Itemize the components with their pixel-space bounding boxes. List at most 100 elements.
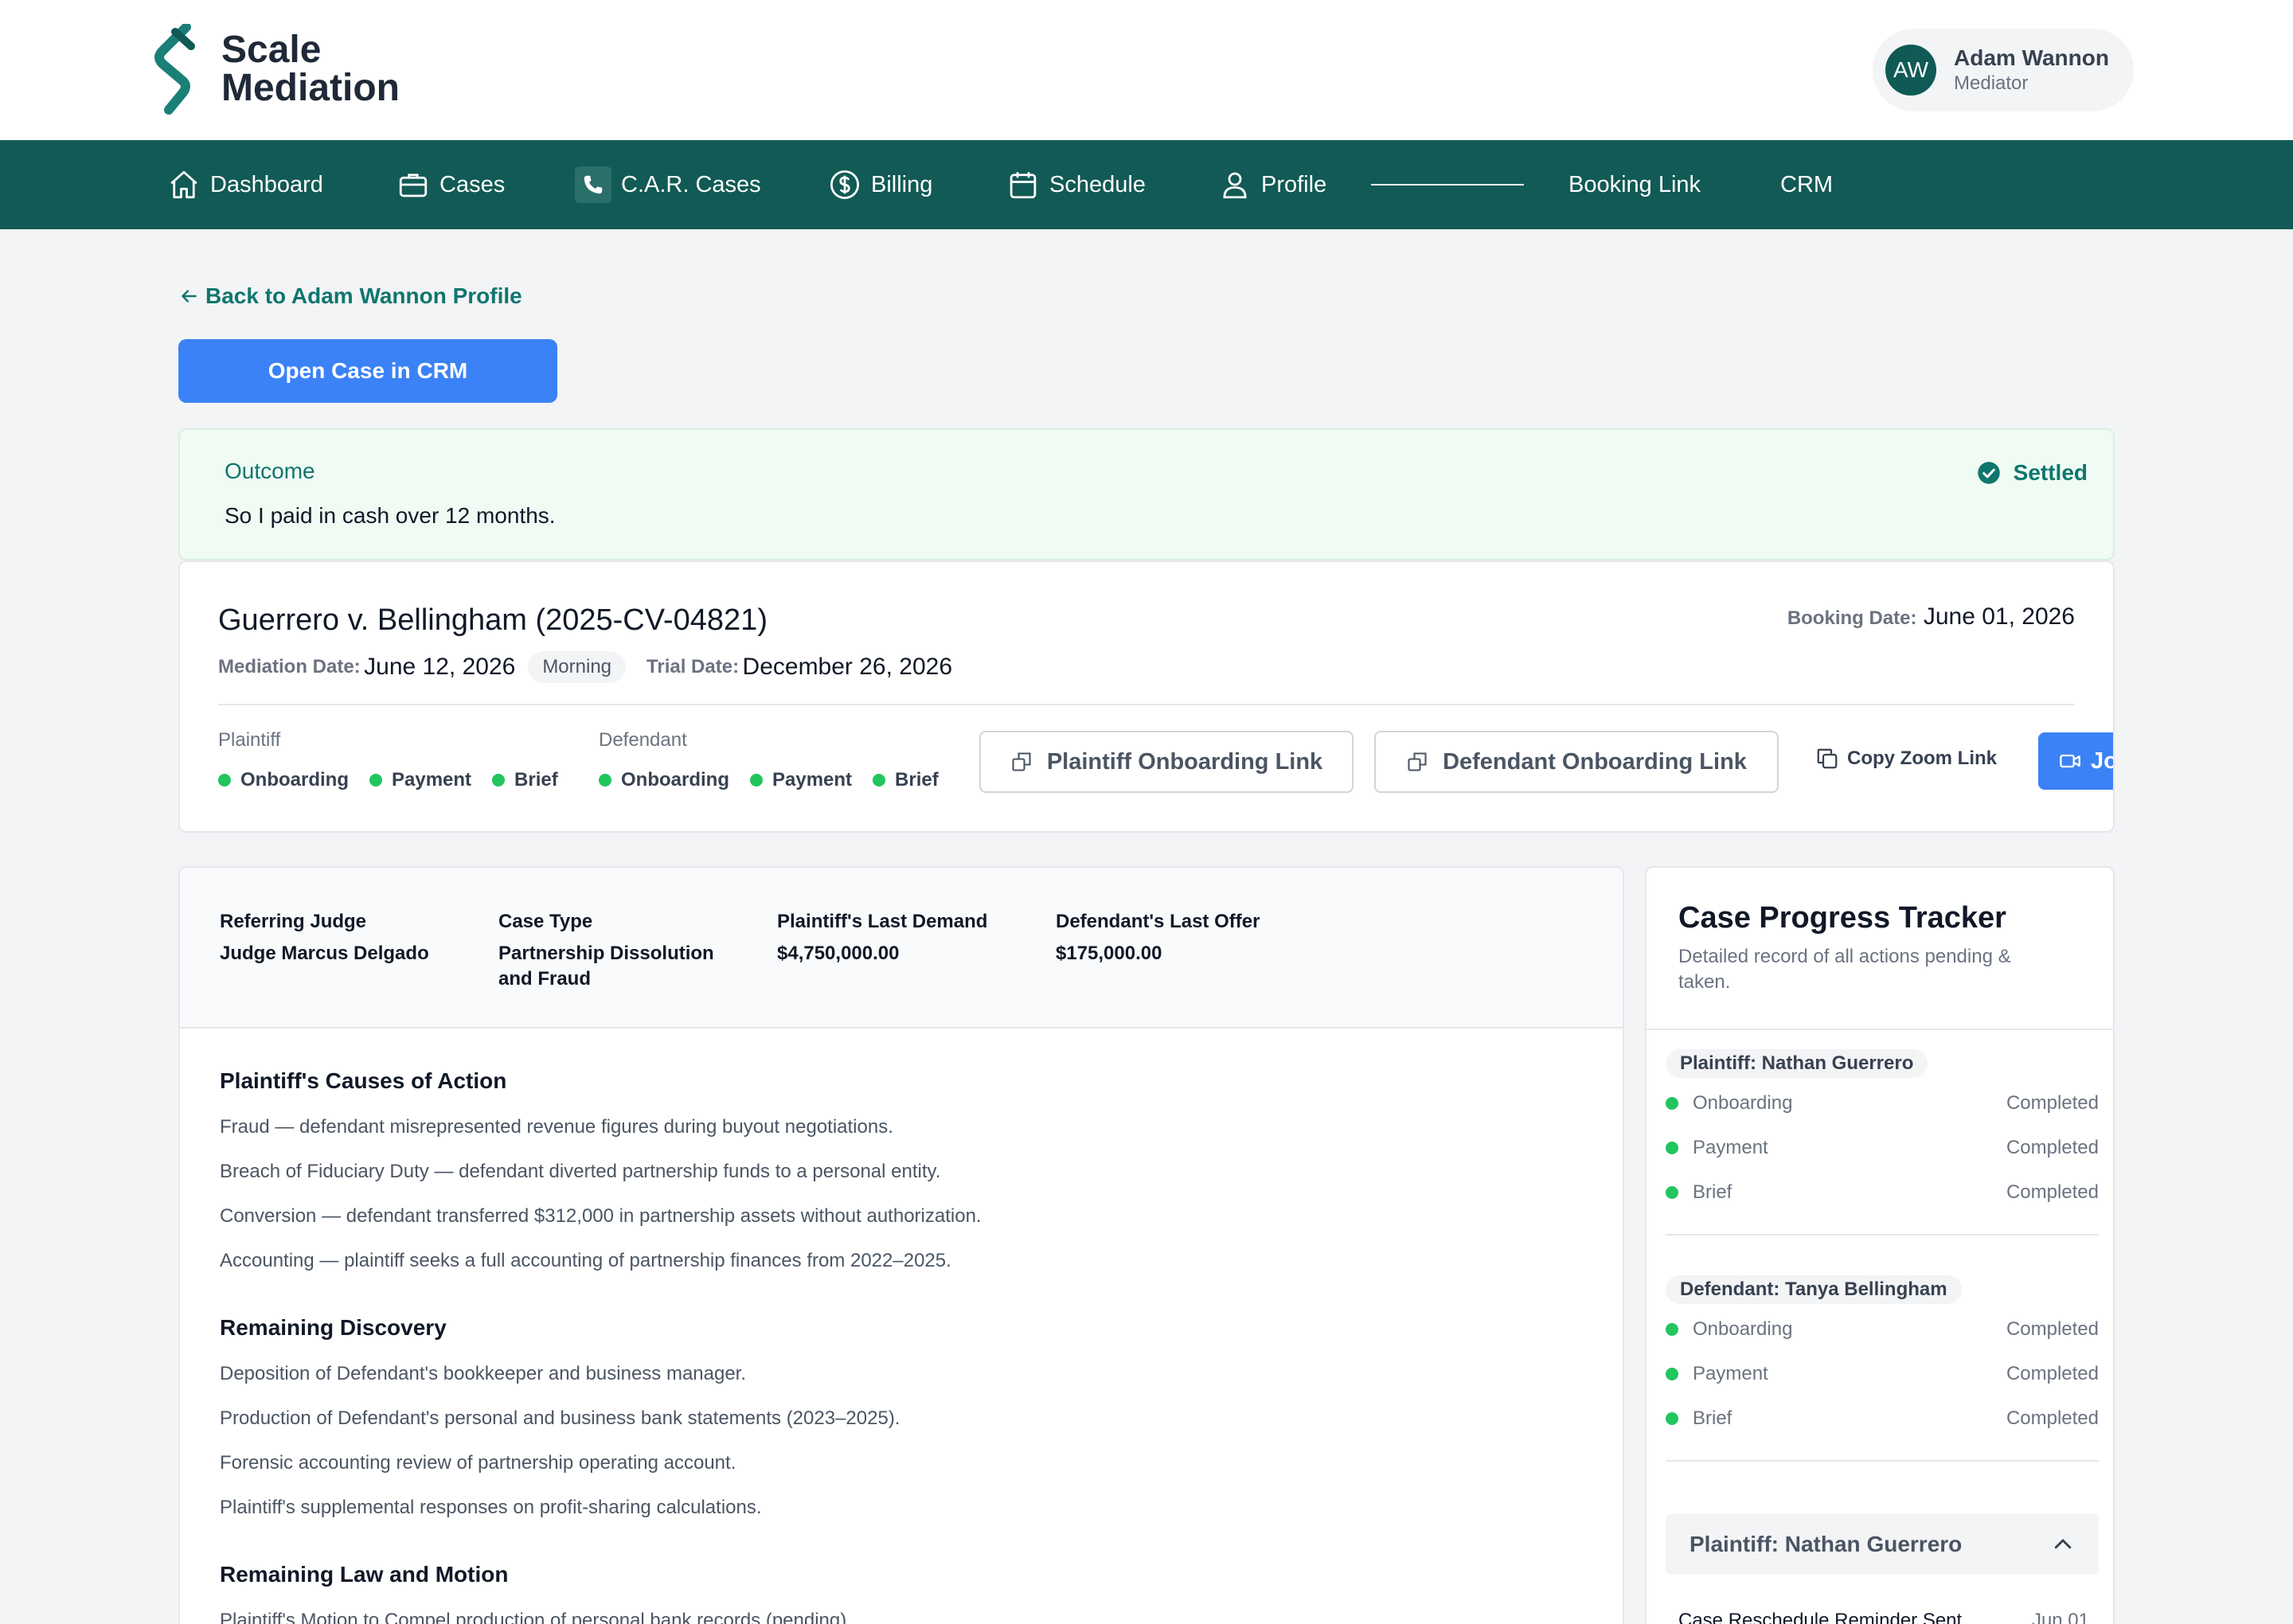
nav-crm[interactable]: CRM — [1780, 140, 1833, 229]
section-title: Remaining Discovery — [220, 1315, 447, 1340]
list-item: Fraud — defendant misrepresented revenue… — [220, 1116, 893, 1138]
list-item: Production of Defendant's personal and b… — [220, 1407, 900, 1429]
causes-of-action-section: Plaintiff's Causes of Action Fraud — def… — [220, 1068, 982, 1283]
defendant-label: Defendant — [599, 729, 687, 751]
copy-icon — [1817, 748, 1838, 769]
log-entry: Case Reschedule Reminder Sent Jun 01 — [1678, 1610, 2089, 1624]
status-dot — [492, 774, 506, 787]
phone-icon — [575, 166, 611, 203]
plaintiff-label: Plaintiff — [218, 729, 281, 751]
back-link-label: Back to Adam Wannon Profile — [205, 283, 522, 308]
defendant-onboarding-link-label: Defendant Onboarding Link — [1443, 748, 1747, 775]
arrow-left-icon — [182, 290, 197, 303]
defendant-step-onboarding: Onboarding — [599, 769, 729, 791]
status-dot — [1666, 1097, 1678, 1110]
section-title: Plaintiff's Causes of Action — [220, 1068, 507, 1093]
plaintiff-log-accordion[interactable]: Plaintiff: Nathan Guerrero — [1666, 1514, 2099, 1575]
tracker-header: Case Progress Tracker Detailed record of… — [1647, 868, 2113, 1030]
join-breakout-room-button[interactable]: Join Breakout Room — [2038, 732, 2113, 790]
outcome-label: Outcome — [225, 459, 315, 483]
meta-referring-judge: Referring Judge Judge Marcus Delgado — [220, 909, 459, 966]
plaintiff-status: Plaintiff Onboarding Payment Brief — [218, 729, 579, 791]
avatar: AW — [1885, 45, 1936, 96]
nav-profile[interactable]: Profile — [1218, 140, 1326, 229]
status-dot — [218, 774, 231, 787]
user-info: Adam Wannon Mediator — [1954, 45, 2109, 96]
tracker-group-defendant: Defendant: Tanya Bellingham Onboarding C… — [1666, 1275, 2099, 1441]
party-badge: Defendant: Tanya Bellingham — [1666, 1275, 1962, 1304]
remaining-discovery-section: Remaining Discovery Deposition of Defend… — [220, 1315, 900, 1530]
log-date: Jun 01 — [2031, 1610, 2089, 1624]
step-label: Onboarding — [621, 769, 729, 791]
step-label: Brief — [1693, 1407, 1732, 1429]
outcome-panel: Outcome So I paid in cash over 12 months… — [178, 428, 2115, 560]
meta-label: Referring Judge — [220, 911, 367, 932]
meta-value: $4,750,000.00 — [777, 943, 900, 964]
open-case-in-crm-button[interactable]: Open Case in CRM — [178, 339, 557, 403]
nav-billing[interactable]: Billing — [828, 140, 932, 229]
nav-car-cases-label: C.A.R. Cases — [621, 171, 761, 197]
nav-car-cases[interactable]: C.A.R. Cases — [575, 140, 761, 229]
meta-value: Judge Marcus Delgado — [220, 943, 429, 964]
booking-date-value: June 01, 2026 — [1923, 603, 2075, 630]
case-details-panel: Referring Judge Judge Marcus Delgado Cas… — [178, 866, 1624, 1624]
divider — [218, 704, 2075, 705]
case-dates: Mediation Date: June 12, 2026 Morning Tr… — [218, 651, 952, 683]
logo-mark-icon — [154, 24, 195, 115]
back-link[interactable]: Back to Adam Wannon Profile — [178, 283, 522, 309]
logo-wordmark: Scale Mediation — [221, 31, 400, 107]
top-header: Scale Mediation AW Adam Wannon Mediator — [0, 0, 2293, 140]
defendant-onboarding-link-button[interactable]: Defendant Onboarding Link — [1374, 731, 1779, 793]
user-role: Mediator — [1954, 72, 2029, 94]
briefcase-icon — [399, 174, 428, 197]
status-dot — [369, 774, 382, 787]
step-label: Payment — [771, 769, 853, 791]
defendant-status: Defendant Onboarding Payment Brief — [599, 729, 959, 791]
list-item: Deposition of Defendant's bookkeeper and… — [220, 1363, 747, 1384]
logo-line1: Scale — [221, 29, 322, 71]
nav-dashboard-label: Dashboard — [210, 171, 323, 197]
plaintiff-step-brief: Brief — [492, 769, 558, 791]
meta-label: Case Type — [498, 911, 593, 932]
nav-schedule[interactable]: Schedule — [1006, 140, 1146, 229]
status-dot — [1666, 1186, 1678, 1199]
step-label: Payment — [1693, 1137, 1768, 1158]
tracker-subtitle: Detailed record of all actions pending &… — [1678, 946, 2011, 993]
plaintiff-onboarding-link-button[interactable]: Plaintiff Onboarding Link — [979, 731, 1354, 793]
list-item: Plaintiff's Motion to Compel production … — [220, 1610, 852, 1624]
tracker-row: Brief Completed — [1666, 1170, 2099, 1215]
booking-date-label: Booking Date: — [1787, 607, 1917, 629]
copy-zoom-link-label: Copy Zoom Link — [1847, 748, 1997, 769]
status-badge: Settled — [1977, 460, 2088, 486]
external-link-icon — [1408, 752, 1427, 771]
step-status: Completed — [2006, 1181, 2099, 1203]
nav-cases[interactable]: Cases — [396, 140, 505, 229]
status-label: Settled — [2013, 460, 2088, 485]
accordion-title: Plaintiff: Nathan Guerrero — [1689, 1532, 1963, 1556]
video-icon — [2060, 754, 2080, 768]
app-logo[interactable]: Scale Mediation — [151, 24, 400, 115]
tracker-group-plaintiff: Plaintiff: Nathan Guerrero Onboarding Co… — [1666, 1049, 2099, 1215]
user-name: Adam Wannon — [1954, 45, 2109, 70]
mediation-date-value: June 12, 2026 — [364, 654, 516, 680]
tracker-row: Payment Completed — [1666, 1126, 2099, 1170]
meta-case-type: Case Type Partnership Dissolution and Fr… — [498, 909, 737, 992]
chevron-up-icon — [2054, 1539, 2072, 1549]
user-menu[interactable]: AW Adam Wannon Mediator — [1873, 29, 2134, 111]
case-meta-header: Referring Judge Judge Marcus Delgado Cas… — [180, 868, 1623, 1029]
nav-dashboard[interactable]: Dashboard — [167, 140, 323, 229]
external-link-icon — [1012, 752, 1031, 771]
step-label: Payment — [391, 769, 472, 791]
tracker-row: Brief Completed — [1666, 1396, 2099, 1441]
copy-zoom-link-button[interactable]: Copy Zoom Link — [1815, 747, 1997, 771]
step-label: Onboarding — [1693, 1092, 1793, 1114]
home-icon — [170, 170, 197, 199]
step-label: Onboarding — [1693, 1318, 1793, 1340]
status-dot — [1666, 1142, 1678, 1154]
nav-cases-label: Cases — [439, 171, 506, 197]
status-dot — [749, 774, 763, 787]
list-item: Plaintiff's supplemental responses on pr… — [220, 1497, 762, 1518]
status-dot — [599, 774, 611, 787]
nav-booking-link[interactable]: Booking Link — [1568, 140, 1701, 229]
defendant-step-payment: Payment — [749, 769, 853, 791]
